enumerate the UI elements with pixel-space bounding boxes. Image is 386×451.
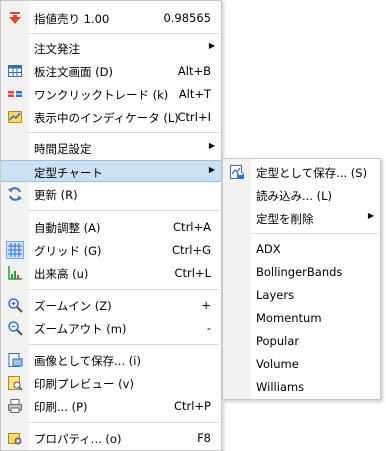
- menu-item-sell-limit[interactable]: 指値売り 1.00 0.98565: [1, 7, 221, 29]
- shortcut-text: -: [206, 321, 211, 335]
- template-item-adx[interactable]: ADX: [223, 238, 380, 260]
- menu-item-label: 画像として保存... (i): [34, 354, 141, 368]
- menu-item-auto-scroll[interactable]: 自動調整 (A) Ctrl+A: [1, 216, 221, 238]
- menu-item-label: 注文発注: [34, 42, 80, 56]
- zoom-out-icon: [7, 320, 23, 336]
- menu-item-label: 板注文画面 (D): [34, 65, 113, 79]
- menu-item-save-template[interactable]: 定型として保存... (S): [223, 161, 380, 183]
- template-label: Volume: [256, 357, 299, 371]
- volume-icon: [7, 265, 23, 281]
- shortcut-text: Ctrl+G: [171, 243, 211, 257]
- menu-item-label: プロパティ... (o): [34, 432, 122, 446]
- template-item-momentum[interactable]: Momentum: [223, 307, 380, 329]
- menu-item-label: 定型として保存... (S): [256, 166, 368, 180]
- shortcut-text: F8: [197, 431, 211, 445]
- price-value: 0.98565: [163, 11, 211, 25]
- menu-item-label: ズームイン (Z): [34, 299, 112, 313]
- menu-separator: [29, 33, 219, 34]
- shortcut-text: Alt+T: [178, 87, 211, 101]
- submenu-arrow-icon: ▶: [208, 141, 215, 150]
- menu-item-label: ワンクリックトレード (k): [34, 88, 169, 102]
- menu-item-refresh[interactable]: 更新 (R): [1, 183, 221, 205]
- menu-item-load-template[interactable]: 読み込み... (L): [223, 184, 380, 206]
- menu-item-label: 指値売り 1.00: [34, 12, 110, 26]
- menu-separator: [29, 289, 219, 290]
- template-item-bollingerbands[interactable]: BollingerBands: [223, 261, 380, 283]
- menu-item-timeframe[interactable]: 時間足設定 ▶: [1, 137, 221, 159]
- template-item-williams[interactable]: Williams: [223, 376, 380, 398]
- menu-item-one-click-trade[interactable]: ワンクリックトレード (k) Alt+T: [1, 83, 221, 105]
- template-label: Popular: [256, 334, 300, 348]
- menu-item-templates[interactable]: 定型チャート ▶: [1, 160, 221, 182]
- shortcut-text: Ctrl+A: [173, 220, 211, 234]
- menu-separator: [29, 132, 219, 133]
- menu-item-label: 表示中のインディケータ (L): [34, 111, 179, 125]
- save-image-icon: [7, 352, 23, 368]
- grid-icon: [6, 241, 24, 259]
- menu-item-label: 印刷... (P): [34, 400, 88, 414]
- menu-item-place-order[interactable]: 注文発注 ▶: [1, 37, 221, 59]
- indicators-icon: [7, 109, 23, 125]
- menu-separator: [251, 233, 378, 234]
- menu-item-order-book[interactable]: 板注文画面 (D) Alt+B: [1, 60, 221, 82]
- shortcut-text: Ctrl+L: [174, 266, 211, 280]
- menu-separator: [29, 210, 219, 211]
- submenu-arrow-icon: ▶: [208, 41, 215, 50]
- menu-item-label: 時間足設定: [34, 142, 92, 156]
- shortcut-text: Alt+B: [177, 64, 211, 78]
- order-book-icon: [7, 63, 23, 79]
- menu-separator: [29, 422, 219, 423]
- menu-item-zoom-out[interactable]: ズームアウト (m) -: [1, 317, 221, 339]
- refresh-icon: [7, 186, 23, 202]
- print-icon: [7, 398, 23, 414]
- one-click-trade-icon: [7, 86, 23, 102]
- menu-item-label: 印刷プレビュー (v): [34, 377, 134, 391]
- template-label: BollingerBands: [256, 265, 343, 279]
- menu-item-label: 自動調整 (A): [34, 221, 101, 235]
- shortcut-text: +: [201, 298, 211, 312]
- menu-item-volume[interactable]: 出来高 (u) Ctrl+L: [1, 262, 221, 284]
- chart-context-menu: 指値売り 1.00 0.98565 注文発注 ▶ 板注文画面 (D) Alt+B…: [0, 0, 222, 451]
- template-item-popular[interactable]: Popular: [223, 330, 380, 352]
- print-preview-icon: [7, 375, 23, 391]
- menu-item-delete-template[interactable]: 定型を削除 ▶: [223, 207, 380, 229]
- menu-item-properties[interactable]: プロパティ... (o) F8: [1, 427, 221, 449]
- template-item-volume[interactable]: Volume: [223, 353, 380, 375]
- menu-item-grid[interactable]: グリッド (G) Ctrl+G: [1, 239, 221, 261]
- menu-item-displayed-indicators[interactable]: 表示中のインディケータ (L) Ctrl+I: [1, 106, 221, 128]
- menu-item-label: グリッド (G): [34, 244, 102, 258]
- menu-item-label: 定型チャート: [34, 166, 103, 180]
- menu-item-label: 読み込み... (L): [256, 189, 333, 203]
- template-item-layers[interactable]: Layers: [223, 284, 380, 306]
- menu-item-zoom-in[interactable]: ズームイン (Z) +: [1, 294, 221, 316]
- submenu-arrow-icon: ▶: [367, 211, 374, 220]
- zoom-in-icon: [7, 297, 23, 313]
- template-label: ADX: [256, 242, 281, 256]
- properties-icon: [7, 430, 23, 446]
- sell-arrow-icon: [7, 10, 23, 26]
- menu-item-label: 定型を削除: [256, 212, 314, 226]
- menu-item-save-as-image[interactable]: 画像として保存... (i): [1, 349, 221, 371]
- template-label: Momentum: [256, 311, 322, 325]
- shortcut-text: Ctrl+I: [177, 110, 212, 124]
- menu-item-print[interactable]: 印刷... (P) Ctrl+P: [1, 395, 221, 417]
- submenu-arrow-icon: ▶: [208, 165, 215, 174]
- menu-item-label: 出来高 (u): [34, 267, 89, 281]
- template-label: Williams: [256, 380, 305, 394]
- template-label: Layers: [256, 288, 295, 302]
- shortcut-text: Ctrl+P: [173, 399, 211, 413]
- menu-item-print-preview[interactable]: 印刷プレビュー (v): [1, 372, 221, 394]
- menu-item-label: ズームアウト (m): [34, 322, 127, 336]
- templates-submenu: 定型として保存... (S) 読み込み... (L) 定型を削除 ▶ ADX B…: [222, 158, 381, 400]
- menu-separator: [29, 344, 219, 345]
- save-template-icon: [229, 164, 245, 180]
- menu-item-label: 更新 (R): [34, 188, 78, 202]
